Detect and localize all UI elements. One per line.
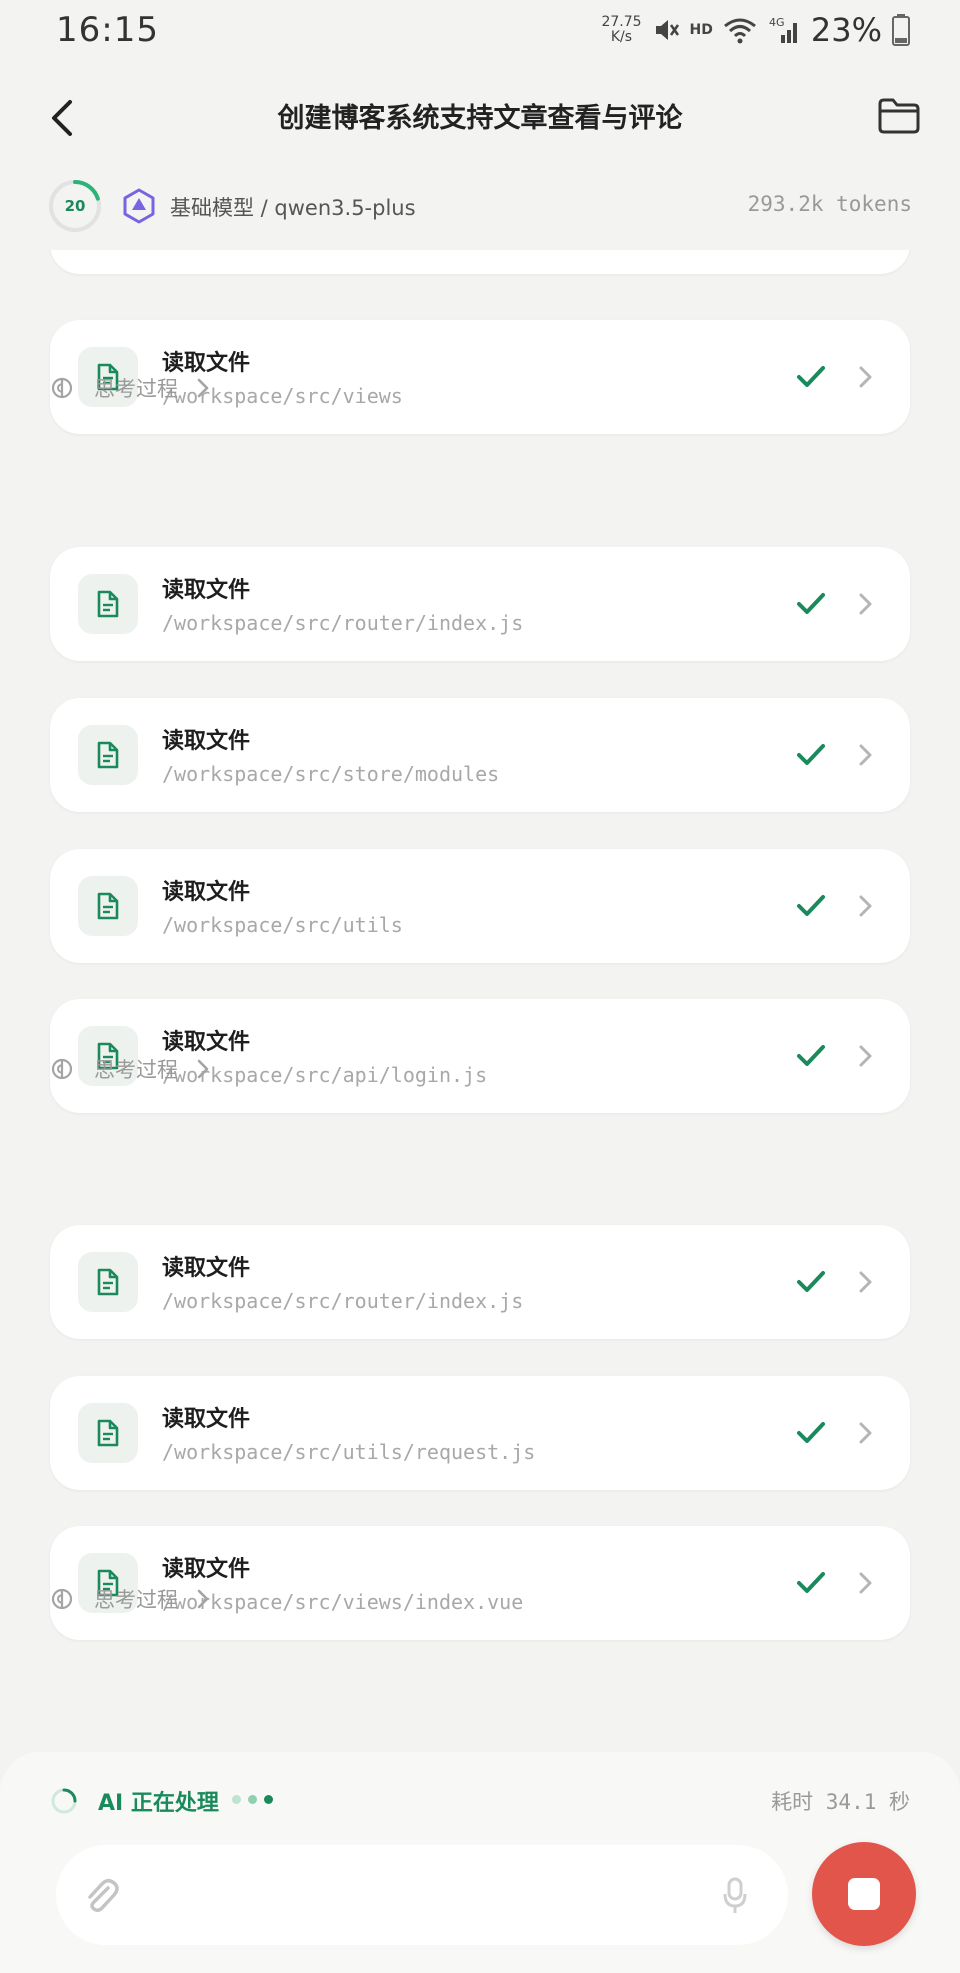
thinking-process-toggle[interactable]: 思考过程 [50,1049,210,1089]
ai-status-text: AI 正在处理 [98,1791,219,1816]
file-icon [78,725,138,785]
check-icon [797,366,825,387]
hd-badge: HD [689,22,713,38]
dot [248,1795,257,1804]
partial-card [50,250,910,274]
check-icon [797,895,825,916]
card-title: 读取文件 [162,1256,251,1281]
brain-icon [51,1058,73,1080]
loading-spinner-icon [51,1788,77,1814]
chevron-right-icon[interactable] [856,1041,876,1071]
microphone-icon [723,1877,747,1913]
speed-unit: K/s [610,29,633,45]
dot [232,1795,241,1804]
speed-value: 27.75 [601,14,642,30]
message-input[interactable] [140,1870,704,1922]
thinking-label: 思考过程 [94,377,178,401]
battery-percent: 23% [810,11,882,49]
voice-input-button[interactable] [722,1876,748,1916]
thinking-process-toggle[interactable]: 思考过程 [50,1579,210,1619]
model-logo-icon [123,188,155,224]
wifi-icon [723,18,756,44]
attach-button[interactable] [82,1876,120,1916]
activity-list[interactable]: 读取文件/workspace/src/views 思考过程 读取文件/workspa… [0,250,960,1750]
dot [264,1795,273,1804]
chevron-right-icon[interactable] [856,362,876,392]
brain-icon [51,1588,73,1610]
back-button[interactable] [44,96,84,140]
chevron-right-icon[interactable] [856,1267,876,1297]
file-icon [78,1403,138,1463]
file-path: /workspace/src/router/index.js [162,1289,524,1313]
chevron-right-icon [197,378,209,398]
check-icon [797,1271,825,1292]
folder-button[interactable] [876,96,922,136]
file-path: /workspace/src/api/login.js [162,1063,488,1087]
file-icon [78,574,138,634]
signal-icon: 4G [769,16,797,43]
brain-icon [51,377,73,399]
file-icon [78,1252,138,1312]
paperclip-icon [88,1879,119,1913]
stop-generation-button[interactable] [812,1842,916,1946]
network-speed: 27.75 K/s [601,15,641,45]
file-path: /workspace/src/store/modules [162,762,500,786]
chevron-right-icon[interactable] [856,740,876,770]
status-icons: 27.75 K/s HD 4G 23% [601,10,910,50]
context-progress-value: 20 [64,197,86,215]
read-file-card[interactable]: 读取文件/workspace/src/utils [50,849,910,963]
file-path: /workspace/src/views/index.vue [162,1590,524,1614]
typing-dots [232,1795,273,1804]
battery-icon [892,14,910,46]
folder-icon [878,98,920,134]
read-file-card[interactable]: 读取文件/workspace/src/utils/request.js [50,1376,910,1490]
elapsed-time: 耗时 34.1 秒 [771,1790,910,1814]
back-arrow-icon [52,100,72,136]
token-count: 293.2k tokens [747,192,912,216]
stop-icon [848,1878,880,1910]
card-title: 读取文件 [162,578,251,603]
file-icon [78,876,138,936]
check-icon [797,1045,825,1066]
card-title: 读取文件 [162,880,251,905]
chevron-right-icon [197,1059,209,1079]
card-title: 读取文件 [162,729,251,754]
mute-icon [655,20,679,40]
chevron-right-icon[interactable] [856,1418,876,1448]
page-title: 创建博客系统支持文章查看与评论 [277,103,683,134]
read-file-card[interactable]: 读取文件/workspace/src/store/modules [50,698,910,812]
check-icon [797,1572,825,1593]
model-selector[interactable]: 基础模型 / qwen3.5-plus [170,192,416,222]
status-time: 16:15 [56,10,159,50]
check-icon [797,593,825,614]
network-type: 4G [769,16,785,29]
thinking-label: 思考过程 [94,1588,178,1612]
file-path: /workspace/src/utils/request.js [162,1440,536,1464]
check-icon [797,1422,825,1443]
chevron-right-icon[interactable] [856,589,876,619]
check-icon [797,744,825,765]
read-file-card[interactable]: 读取文件/workspace/src/router/index.js [50,1225,910,1339]
read-file-card[interactable]: 读取文件/workspace/src/router/index.js [50,547,910,661]
card-title: 读取文件 [162,1407,251,1432]
chevron-right-icon [197,1589,209,1609]
chevron-right-icon[interactable] [856,1568,876,1598]
chevron-right-icon[interactable] [856,891,876,921]
thinking-label: 思考过程 [94,1058,178,1082]
file-path: /workspace/src/router/index.js [162,611,524,635]
file-path: /workspace/src/utils [162,913,403,937]
thinking-process-toggle[interactable]: 思考过程 [50,368,210,408]
